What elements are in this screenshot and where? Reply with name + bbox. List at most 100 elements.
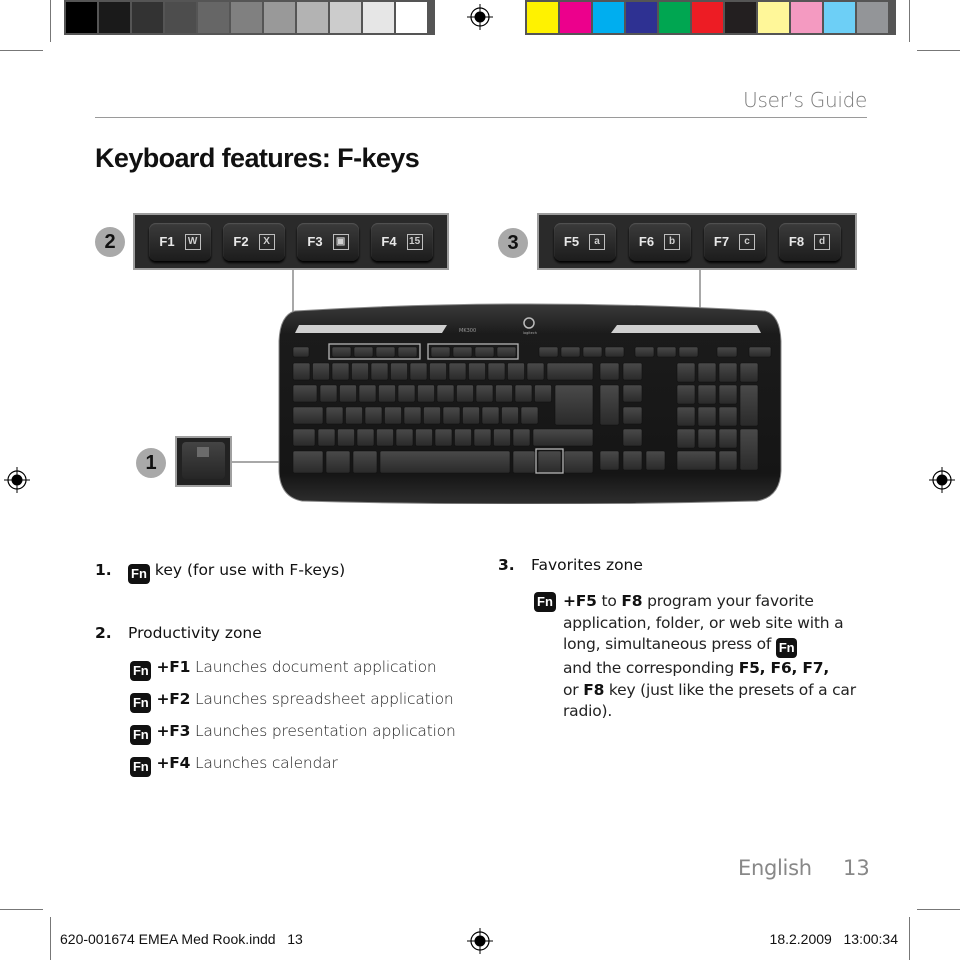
keyboard-key bbox=[345, 406, 363, 425]
registration-mark-icon bbox=[4, 467, 30, 493]
color-swatch bbox=[396, 2, 427, 33]
registration-mark-icon bbox=[467, 4, 493, 30]
favorite-d-icon: d bbox=[814, 233, 831, 250]
footer-page-number: 13 bbox=[843, 856, 870, 880]
crop-mark bbox=[50, 0, 51, 42]
keyboard-key bbox=[716, 346, 738, 358]
keyboard-key bbox=[534, 384, 552, 403]
combo-description: Launches document application bbox=[194, 658, 437, 676]
keyboard-key bbox=[331, 346, 352, 358]
keyboard-key bbox=[739, 428, 759, 471]
keyboard-key bbox=[364, 406, 383, 425]
keyboard-key bbox=[563, 450, 594, 474]
keyboard-key bbox=[474, 346, 495, 358]
color-swatch bbox=[330, 2, 361, 33]
key-label: F2 bbox=[233, 234, 249, 249]
keyboard-key bbox=[312, 362, 330, 381]
color-swatch bbox=[725, 2, 756, 33]
keyboard-key bbox=[599, 362, 620, 381]
keyboard-key bbox=[739, 362, 759, 383]
key-combo: +F5 bbox=[563, 592, 597, 610]
keyboard-key bbox=[697, 428, 717, 449]
color-swatch bbox=[593, 2, 624, 33]
keyboard-key bbox=[292, 362, 311, 381]
keyboard-key bbox=[378, 384, 396, 403]
key-combo: +F1 bbox=[156, 658, 191, 676]
keyboard-brand-label: logitech bbox=[523, 331, 537, 335]
keyboard-key bbox=[622, 428, 643, 447]
keyboard-key bbox=[645, 450, 666, 471]
keyboard-key bbox=[358, 384, 377, 403]
productivity-line-f1: Fn +F1 Launches document application bbox=[130, 658, 437, 681]
color-swatch bbox=[824, 2, 855, 33]
color-swatch bbox=[758, 2, 789, 33]
running-title: User’s Guide bbox=[743, 88, 867, 112]
keyboard-key bbox=[501, 406, 519, 425]
registration-mark-icon bbox=[929, 467, 955, 493]
fn-key-badge: Fn bbox=[534, 592, 556, 612]
keyboard-key bbox=[376, 428, 394, 447]
keyboard-key bbox=[353, 346, 374, 358]
keyboard-key bbox=[634, 346, 655, 358]
keyboard-model-label: MK300 bbox=[459, 328, 476, 334]
favorites-keys-closeup: F5 a F6 b F7 c F8 d bbox=[537, 213, 857, 270]
text-fragment: key (just like the presets of a car radi… bbox=[563, 680, 856, 721]
keyboard-key bbox=[718, 428, 738, 449]
item-2-number: 2. bbox=[95, 624, 112, 642]
fn-key-badge: Fn bbox=[130, 757, 152, 777]
favorite-c-icon: c bbox=[739, 233, 756, 250]
crop-mark bbox=[50, 917, 51, 960]
keyboard-key bbox=[475, 384, 494, 403]
keyboard-key bbox=[395, 428, 414, 447]
keyboard-key bbox=[520, 406, 539, 425]
color-swatch bbox=[791, 2, 822, 33]
keyboard-key bbox=[599, 384, 620, 426]
keyboard-key bbox=[473, 428, 492, 447]
keyboard-key bbox=[560, 346, 581, 358]
keyboard-key bbox=[375, 346, 396, 358]
crop-mark bbox=[917, 909, 960, 910]
color-swatch bbox=[132, 2, 163, 33]
key-label: F3 bbox=[307, 234, 323, 249]
keyboard-key bbox=[495, 384, 513, 403]
key-names: F5, F6, F7, bbox=[738, 659, 830, 677]
keyboard-key bbox=[512, 428, 531, 447]
crop-mark bbox=[909, 0, 910, 42]
keyboard-key bbox=[554, 384, 594, 426]
color-swatch bbox=[99, 2, 130, 33]
key-combo: +F2 bbox=[156, 690, 191, 708]
keyboard-key bbox=[292, 384, 318, 403]
keyboard-key bbox=[526, 362, 545, 381]
text-fragment: or bbox=[563, 680, 579, 699]
keyboard-key bbox=[417, 384, 435, 403]
color-swatch bbox=[857, 2, 888, 33]
fn-key-badge: Fn bbox=[128, 564, 150, 584]
key-combo: +F3 bbox=[156, 722, 191, 740]
callout-number-2: 2 bbox=[95, 227, 125, 257]
keyboard-key bbox=[512, 450, 536, 474]
item-3-number: 3. bbox=[498, 556, 515, 574]
media-key-strip-left bbox=[295, 325, 447, 333]
favorites-key-f7: F7 c bbox=[703, 222, 766, 261]
favorite-a-icon: a bbox=[589, 233, 606, 250]
productivity-key-f1: F1 W bbox=[149, 222, 211, 261]
keyboard-key bbox=[430, 346, 451, 358]
keyboard-key bbox=[718, 362, 738, 383]
color-swatch bbox=[626, 2, 657, 33]
color-swatch bbox=[527, 2, 558, 33]
color-swatch bbox=[264, 2, 295, 33]
keyboard-key bbox=[317, 428, 336, 447]
fn-key-badge: Fn bbox=[130, 661, 152, 681]
keyboard-key bbox=[697, 384, 717, 405]
keyboard-key bbox=[622, 362, 643, 381]
key-label: F1 bbox=[159, 234, 175, 249]
keyboard-key bbox=[454, 428, 472, 447]
crop-mark bbox=[0, 50, 43, 51]
fn-key-glyph-icon bbox=[197, 447, 209, 457]
keyboard-key bbox=[442, 406, 461, 425]
keyboard-key bbox=[582, 346, 603, 358]
favorite-b-icon: b bbox=[664, 233, 681, 250]
media-key-strip-right bbox=[611, 325, 761, 333]
color-swatch bbox=[297, 2, 328, 33]
keyboard-key bbox=[379, 450, 511, 474]
